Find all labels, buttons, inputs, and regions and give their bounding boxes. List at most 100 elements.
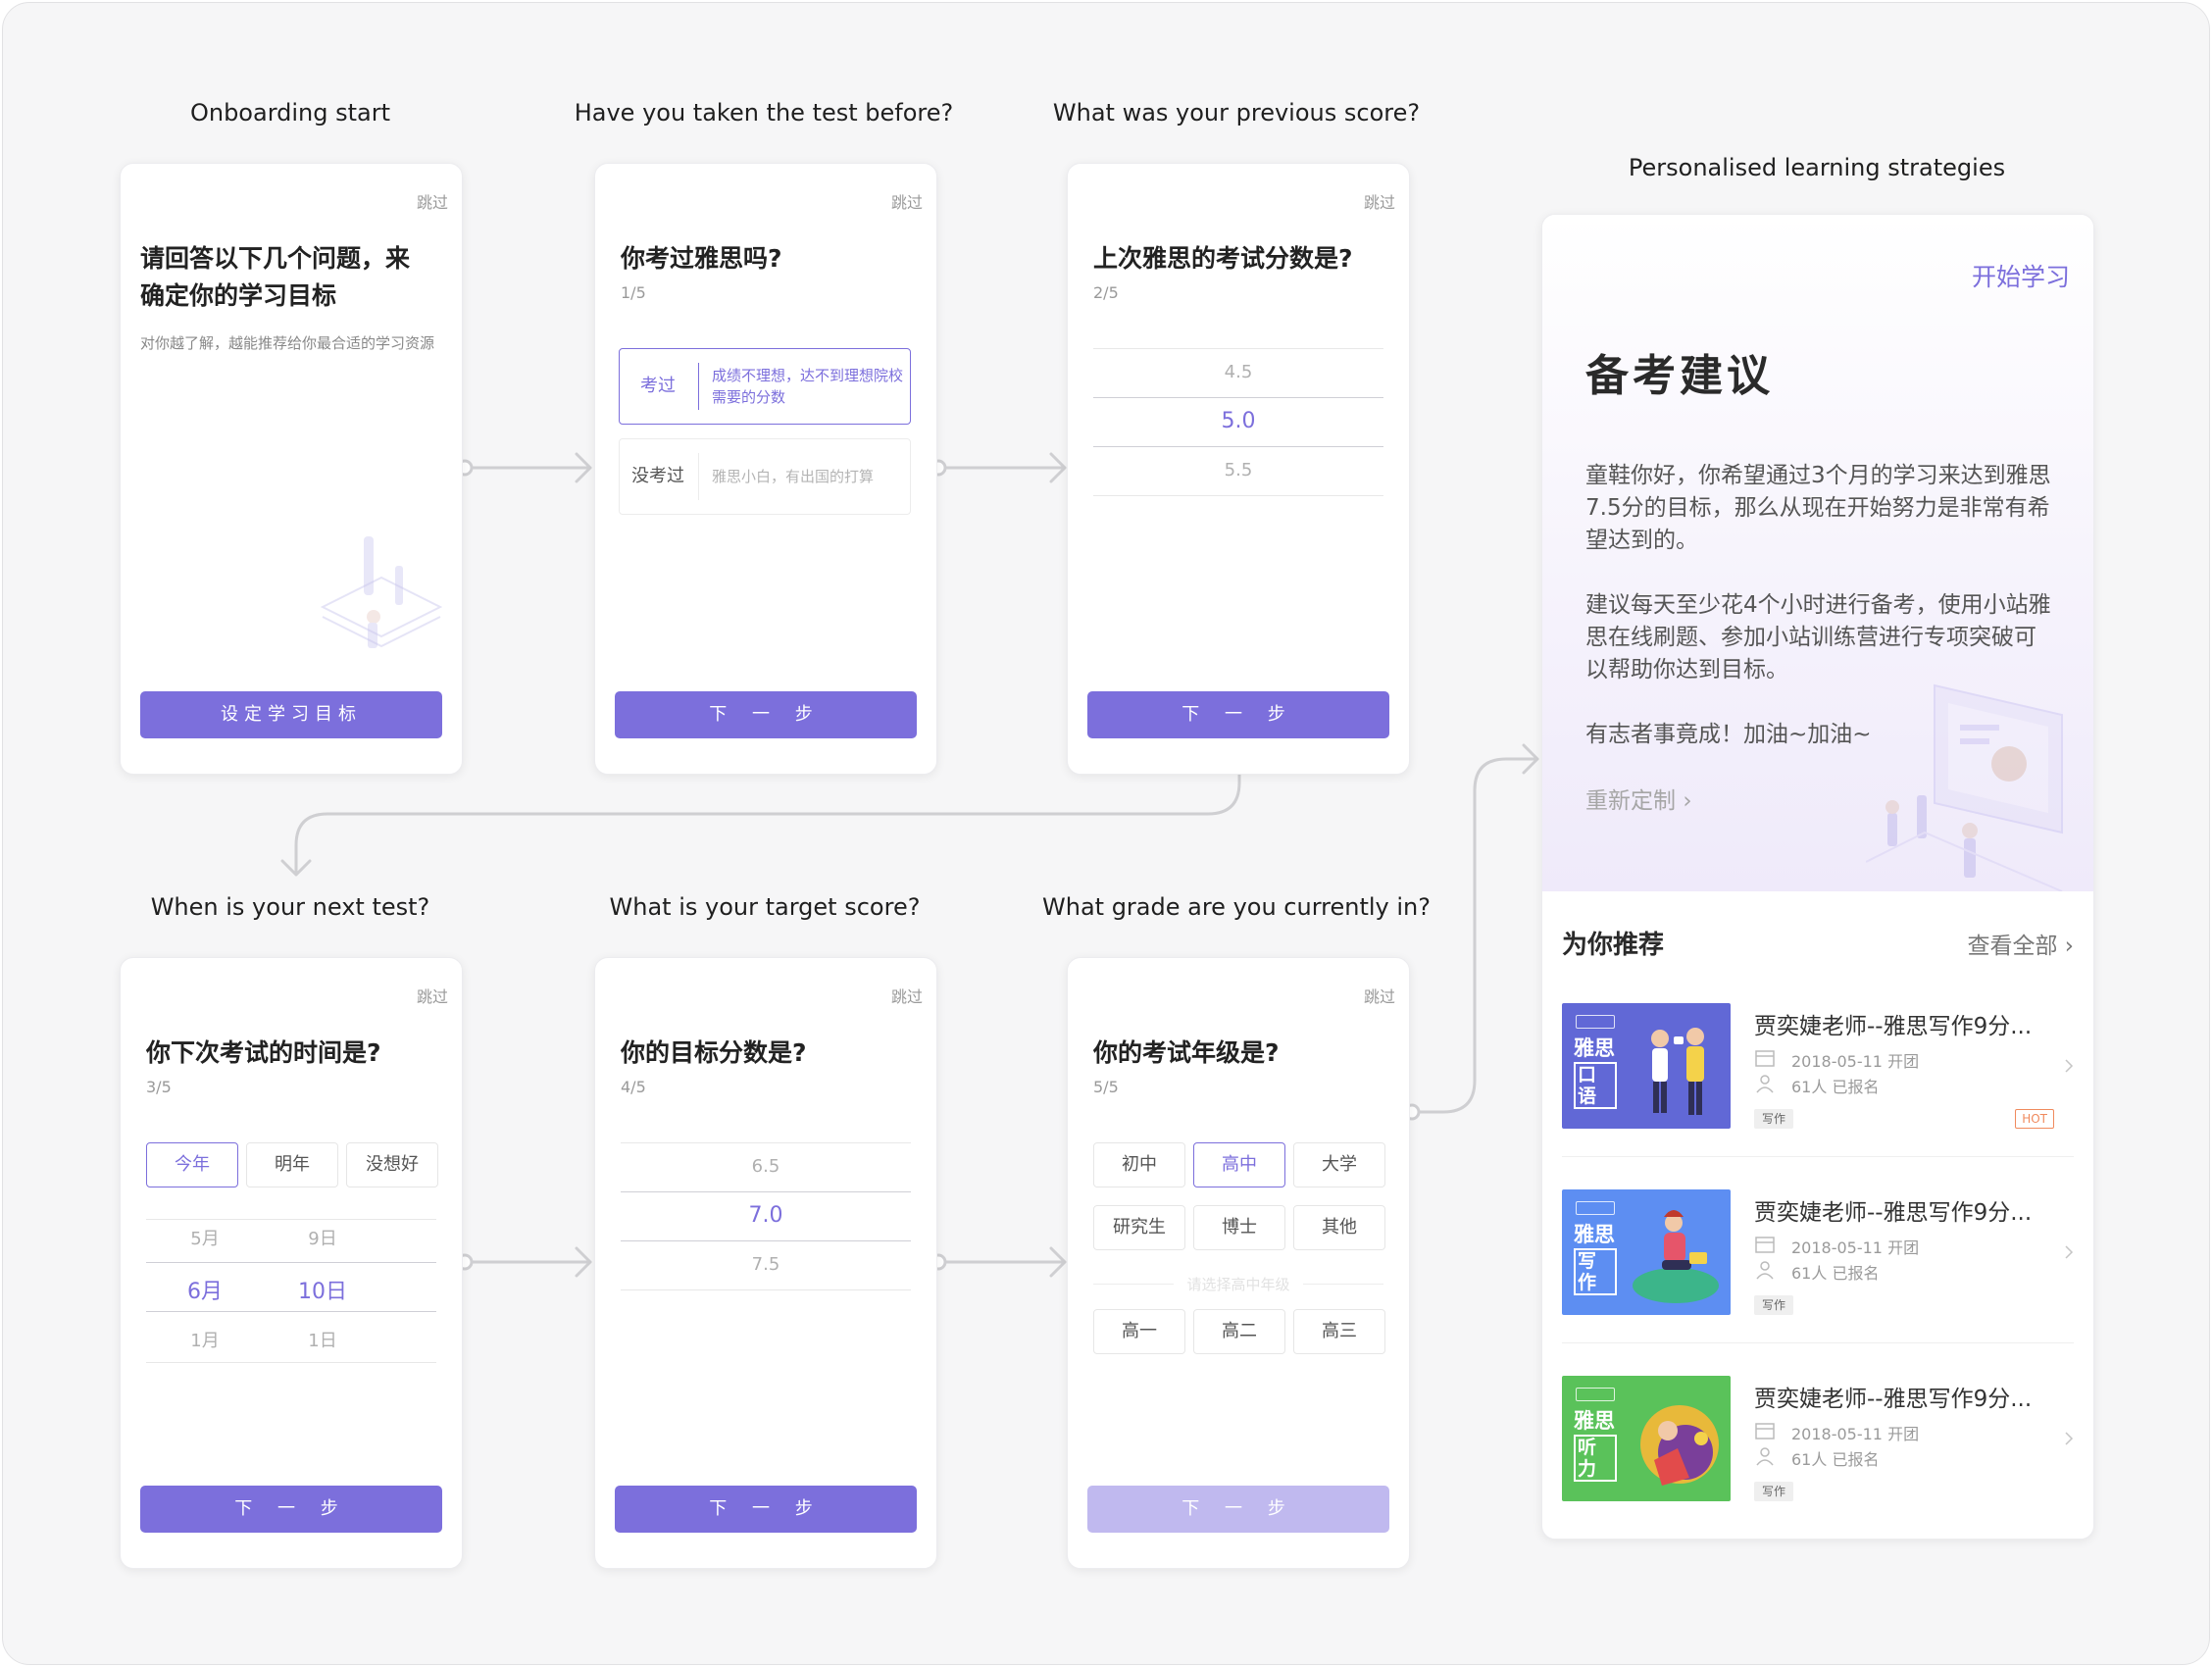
chip-postgraduate[interactable]: 研究生 [1093,1205,1185,1250]
chip-this-year[interactable]: 今年 [146,1142,238,1187]
course-date: 2018-05-11 开团 [1791,1052,1920,1071]
option-not-taken[interactable]: 没考过 雅思小白，有出国的打算 [619,438,911,515]
next-button-disabled[interactable]: 下 一 步 [1087,1486,1389,1533]
picker-selection-bottom [1093,446,1383,447]
course-tag: 写作 [1754,1109,1794,1129]
screen-grade: 跳过 你的考试年级是? 5/5 初中 高中 大学 研究生 博士 其他 请选择高中… [1067,957,1410,1569]
skip-button[interactable]: 跳过 [891,984,923,1007]
option-divider [698,363,699,410]
step-indicator: 3/5 [146,1078,172,1096]
step-indicator: 2/5 [1093,283,1119,302]
next-button[interactable]: 下 一 步 [1087,691,1389,738]
chevron-right-icon [2065,1432,2074,1445]
thumbnail-label-line1: 雅思 [1574,1223,1615,1246]
picker-item[interactable]: 5.5 [1093,460,1383,480]
step-indicator: 4/5 [621,1078,646,1096]
user-icon [1756,1261,1774,1280]
picker-item[interactable]: 4.5 [1093,362,1383,382]
next-button[interactable]: 下 一 步 [140,1486,442,1533]
next-button[interactable]: 下 一 步 [615,1486,917,1533]
month-item[interactable]: 1月 [146,1327,264,1352]
picker-line [146,1362,436,1363]
chip-undecided[interactable]: 没想好 [346,1142,438,1187]
screen-target-score: 跳过 你的目标分数是? 4/5 6.5 7.0 7.5 下 一 步 [594,957,937,1569]
picker-line [146,1219,436,1220]
onboarding-title-line2: 确定你的学习目标 [140,281,337,310]
set-goal-button[interactable]: 设定学习目标 [140,691,442,738]
picker-item[interactable]: 7.5 [621,1254,911,1275]
onboarding-title-line1: 请回答以下几个问题，来 [140,244,411,273]
thumbnail-label: 雅思 口语 [1574,1036,1617,1109]
chip-grade-3[interactable]: 高三 [1293,1309,1385,1354]
skip-button[interactable]: 跳过 [1364,984,1395,1007]
thumbnail-label-line1: 雅思 [1574,1409,1615,1433]
skip-button[interactable]: 跳过 [891,189,923,213]
calendar-icon [1755,1237,1775,1253]
course-card[interactable]: 雅思 听力 贾奕婕老师--雅思写作9分... 2018-05-11 开团 61人… [1562,1376,2074,1503]
day-item[interactable]: 1日 [264,1327,381,1352]
course-card[interactable]: 雅思 写作 贾奕婕老师--雅思写作9分... 2018-05-11 开团 61人… [1562,1189,2074,1317]
course-tag: 写作 [1754,1482,1794,1501]
course-date: 2018-05-11 开团 [1791,1238,1920,1257]
calendar-icon [1755,1423,1775,1440]
chevron-right-icon: › [2064,934,2074,959]
recustomize-link[interactable]: 重新定制 › [1585,782,1692,815]
screen-learning-strategies: 开始学习 备考建议 童鞋你好，你希望通过3个月的学习来达到雅思7.5分的目标，那… [1541,214,2094,1540]
option-taken-desc: 成绩不理想，达不到理想院校需要的分数 [712,367,904,406]
picker-selection-top [1093,397,1383,398]
onboarding-illustration [320,536,443,648]
question-title: 上次雅思的考试分数是? [1093,244,1353,273]
next-button[interactable]: 下 一 步 [615,691,917,738]
start-learning-link[interactable]: 开始学习 [1972,258,2070,293]
screen-previous-score: 跳过 上次雅思的考试分数是? 2/5 4.5 5.0 5.5 下 一 步 [1067,163,1410,775]
screen-onboarding-start: 跳过 请回答以下几个问题，来 确定你的学习目标 对你越了解，越能推荐给你最合适的… [120,163,463,775]
hot-badge: HOT [2015,1109,2054,1129]
chip-other[interactable]: 其他 [1293,1205,1385,1250]
picker-item-selected[interactable]: 5.0 [1093,409,1383,433]
view-all-link[interactable]: 查看全部 › [1967,927,2074,960]
picker-line [1093,348,1383,349]
picker-item-selected[interactable]: 7.0 [621,1203,911,1228]
chip-university[interactable]: 大学 [1293,1142,1385,1187]
option-taken[interactable]: 考过 成绩不理想，达不到理想院校需要的分数 [619,348,911,425]
strategy-hero: 开始学习 备考建议 童鞋你好，你希望通过3个月的学习来达到雅思7.5分的目标，那… [1542,215,2093,891]
chip-grade-2[interactable]: 高二 [1193,1309,1285,1354]
month-item-selected[interactable]: 6月 [146,1274,264,1305]
user-icon [1756,1447,1774,1466]
chevron-right-icon: › [1683,788,1692,814]
recommend-heading: 为你推荐 [1562,931,1665,960]
thumbnail-label: 雅思 写作 [1574,1223,1617,1295]
skip-button[interactable]: 跳过 [417,984,448,1007]
skip-button[interactable]: 跳过 [1364,189,1395,213]
course-title: 贾奕婕老师--雅思写作9分... [1754,1387,2033,1412]
picker-item[interactable]: 6.5 [621,1156,911,1177]
course-title: 贾奕婕老师--雅思写作9分... [1754,1200,2033,1226]
day-item[interactable]: 9日 [264,1225,381,1250]
course-card[interactable]: 雅思 口语 贾奕婕老师--雅思写作9分... 2018-05-11 开团 61人… [1562,1003,2074,1131]
screen-next-test: 跳过 你下次考试的时间是? 3/5 今年 明年 没想好 5月 9日 6月 10日… [120,957,463,1569]
onboarding-subtext: 对你越了解，越能推荐给你最合适的学习资源 [140,334,435,352]
question-title: 你的目标分数是? [621,1038,807,1067]
course-thumbnail: 雅思 写作 [1562,1189,1731,1315]
thumbnail-label-line2: 口语 [1574,1062,1617,1109]
picker-selection-bottom [621,1240,911,1241]
strategy-title: 备考建议 [1585,351,1774,401]
chip-grade-1[interactable]: 高一 [1093,1309,1185,1354]
picker-line [621,1289,911,1290]
option-taken-label: 考过 [640,376,676,396]
chip-next-year[interactable]: 明年 [246,1142,338,1187]
chip-phd[interactable]: 博士 [1193,1205,1285,1250]
chip-junior-high[interactable]: 初中 [1093,1142,1185,1187]
thumbnail-label-line2: 听力 [1574,1435,1617,1482]
view-all-label: 查看全部 [1967,934,2058,959]
course-divider [1562,1342,2074,1343]
day-item-selected[interactable]: 10日 [264,1274,381,1305]
month-item[interactable]: 5月 [146,1225,264,1250]
course-thumbnail: 雅思 听力 [1562,1376,1731,1501]
step-indicator: 5/5 [1093,1078,1119,1096]
skip-button[interactable]: 跳过 [417,189,448,213]
calendar-icon [1755,1050,1775,1067]
course-divider [1562,1156,2074,1157]
course-enrolled: 61人 已报名 [1791,1450,1880,1469]
chip-senior-high[interactable]: 高中 [1193,1142,1285,1187]
